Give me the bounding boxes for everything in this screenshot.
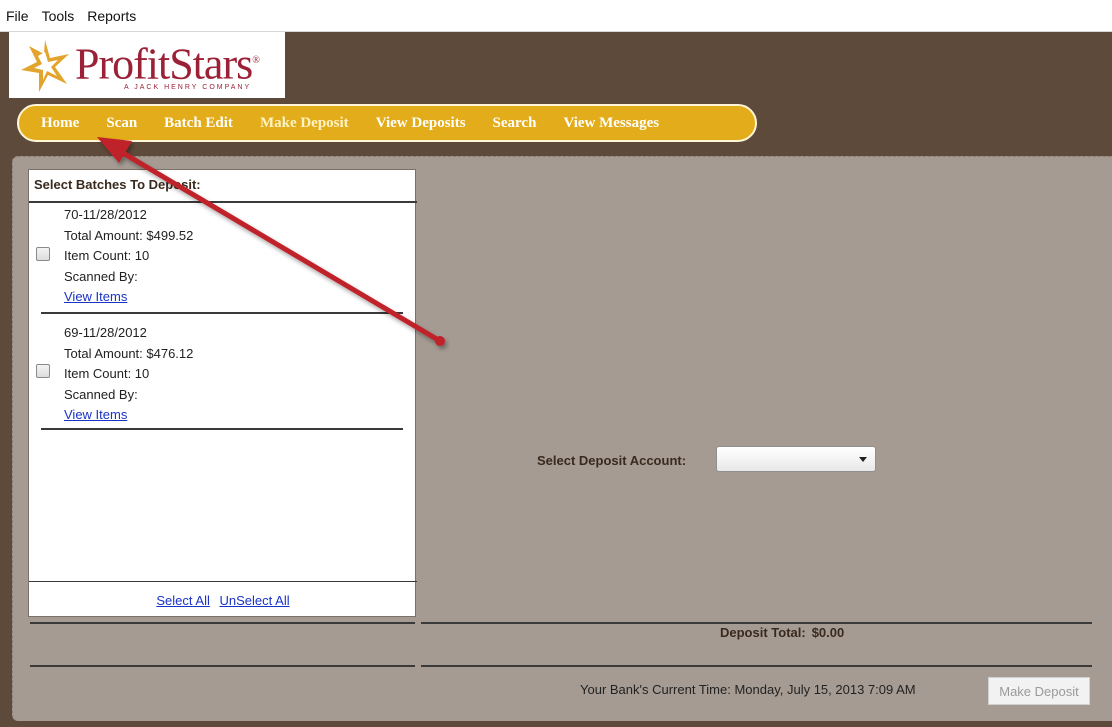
nav-make-deposit[interactable]: Make Deposit <box>260 115 349 132</box>
main-nav: Home Scan Batch Edit Make Deposit View D… <box>17 104 757 142</box>
divider <box>421 665 1092 667</box>
deposit-account-label: Select Deposit Account: <box>537 453 687 468</box>
batch-checkbox[interactable] <box>36 247 50 261</box>
batch-total-amount: Total Amount: $476.12 <box>64 345 194 361</box>
batch-id: 69-11/28/2012 <box>64 325 147 340</box>
menu-reports[interactable]: Reports <box>87 8 136 24</box>
divider <box>41 312 403 314</box>
divider <box>421 622 1092 624</box>
batch-item: 69-11/28/2012 Total Amount: $476.12 Item… <box>29 321 417 439</box>
menu-tools[interactable]: Tools <box>42 8 75 24</box>
chevron-down-icon <box>859 457 867 462</box>
bank-current-time: Your Bank's Current Time: Monday, July 1… <box>580 682 916 697</box>
divider <box>29 581 417 582</box>
batch-panel-title: Select Batches To Deposit: <box>34 177 201 192</box>
logo-name: ProfitStars <box>75 39 253 89</box>
unselect-all-link[interactable]: UnSelect All <box>220 593 290 608</box>
nav-home[interactable]: Home <box>41 115 79 132</box>
batch-item-count: Item Count: 10 <box>64 366 150 381</box>
make-deposit-button[interactable]: Make Deposit <box>988 677 1090 705</box>
menu-bar: File Tools Reports <box>0 0 1112 32</box>
nav-search[interactable]: Search <box>493 115 537 132</box>
select-all-link[interactable]: Select All <box>156 593 209 608</box>
divider <box>41 428 403 430</box>
deposit-total-value: $0.00 <box>811 625 845 640</box>
batch-list: 70-11/28/2012 Total Amount: $499.52 Item… <box>29 203 417 439</box>
batch-scanned-by: Scanned By: <box>64 386 138 402</box>
batch-selection-panel: Select Batches To Deposit: 70-11/28/2012… <box>28 169 417 617</box>
batch-id: 70-11/28/2012 <box>64 207 147 222</box>
batch-details: 69-11/28/2012 Total Amount: $476.12 Item… <box>64 323 193 426</box>
deposit-total-label: Deposit Total: <box>720 625 806 640</box>
divider <box>30 665 415 667</box>
batch-scanned-by: Scanned By: <box>64 268 138 284</box>
logo-registered-mark: ® <box>252 55 260 66</box>
batch-item-count: Item Count: 10 <box>64 248 150 263</box>
profitstars-logo: ProfitStars® A JACK HENRY COMPANY <box>9 32 285 98</box>
deposit-total: Deposit Total: $0.00 <box>720 625 844 640</box>
nav-scan[interactable]: Scan <box>106 115 137 132</box>
selection-links: Select All UnSelect All <box>29 593 417 608</box>
view-items-link[interactable]: View Items <box>64 405 193 426</box>
nav-view-messages[interactable]: View Messages <box>563 115 659 132</box>
batch-item: 70-11/28/2012 Total Amount: $499.52 Item… <box>29 203 417 321</box>
deposit-account-dropdown[interactable] <box>716 446 876 472</box>
logo-tagline: A JACK HENRY COMPANY <box>124 84 252 91</box>
divider <box>30 622 415 624</box>
batch-checkbox[interactable] <box>36 364 50 378</box>
logo-star-icon <box>21 40 69 92</box>
batch-total-amount: Total Amount: $499.52 <box>64 227 194 243</box>
logo-wordmark: ProfitStars® <box>75 36 260 90</box>
batch-details: 70-11/28/2012 Total Amount: $499.52 Item… <box>64 205 193 308</box>
menu-file[interactable]: File <box>6 8 29 24</box>
view-items-link[interactable]: View Items <box>64 287 193 308</box>
nav-view-deposits[interactable]: View Deposits <box>376 115 466 132</box>
nav-batch-edit[interactable]: Batch Edit <box>164 115 233 132</box>
